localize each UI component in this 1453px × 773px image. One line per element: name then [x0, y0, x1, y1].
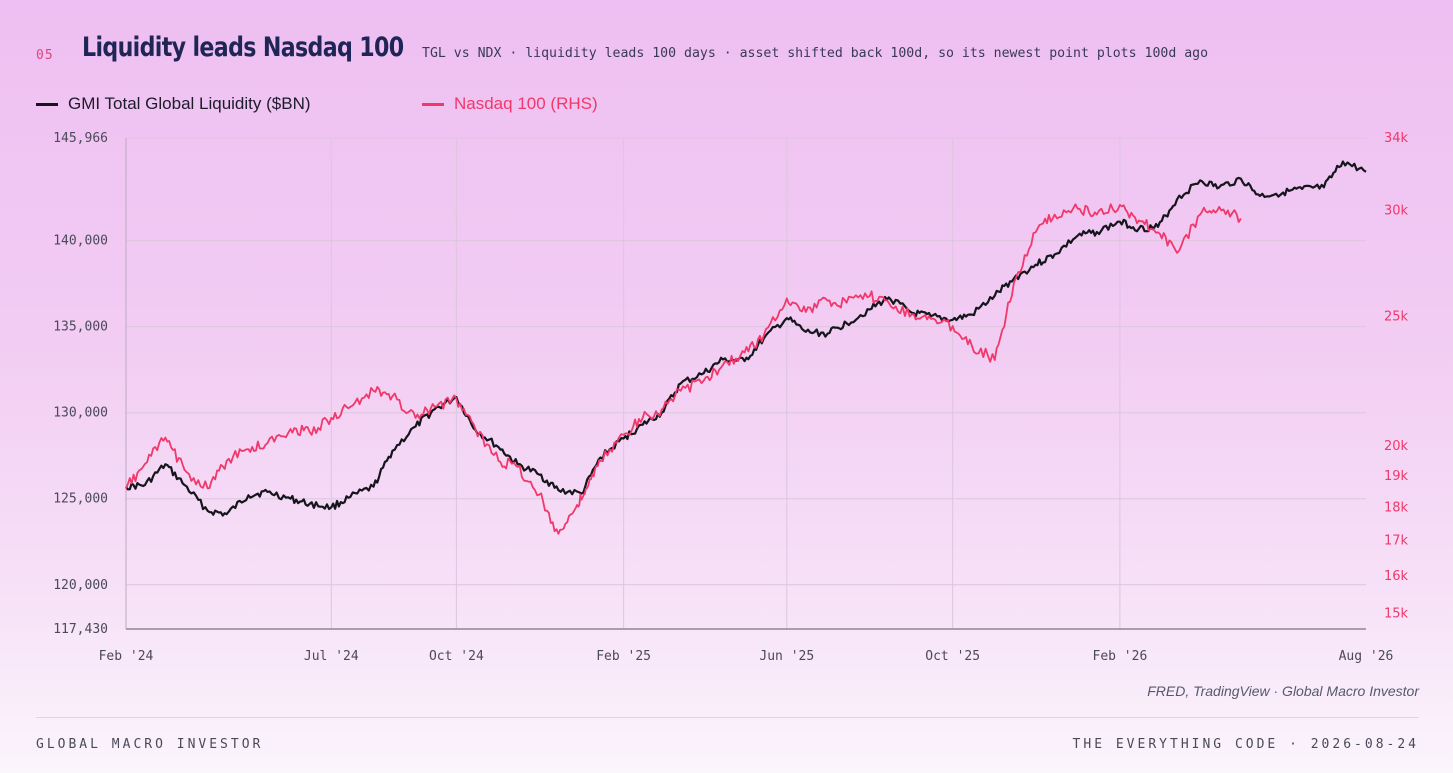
y-right-tick-label: 15k: [1384, 606, 1409, 621]
footer-edition: THE EVERYTHING CODE · 2026-08-24: [1072, 737, 1419, 752]
series-line-liquidity: [125, 160, 1367, 517]
x-tick-label: Oct '24: [429, 649, 484, 664]
x-tick-label: Feb '25: [596, 649, 651, 664]
y-right-tick-label: 18k: [1384, 500, 1409, 515]
y-left-tick-label: 140,000: [53, 234, 108, 249]
y-left-tick-label: 117,430: [53, 622, 108, 637]
y-left-tick-label: 120,000: [53, 578, 108, 593]
y-right-tick-label: 19k: [1384, 469, 1409, 484]
y-left-tick-label: 130,000: [53, 406, 108, 421]
y-right-tick-label: 30k: [1384, 204, 1409, 219]
line-chart: 117,430 120,000 125,000 130,000 135,000 140,0…: [53, 131, 1409, 664]
x-tick-label: Feb '24: [99, 649, 154, 664]
x-tick-label: Jul '24: [304, 649, 359, 664]
series-line-nasdaq: [125, 203, 1242, 535]
y-right-tick-label: 20k: [1384, 439, 1409, 454]
x-tick-label: Jun '25: [759, 649, 814, 664]
y-right-tick-label: 17k: [1384, 534, 1409, 549]
x-tick-label: Feb '26: [1093, 649, 1148, 664]
y-left-tick-label: 125,000: [53, 492, 108, 507]
y-right-tick-label: 16k: [1384, 569, 1409, 584]
y-right-tick-label: 34k: [1384, 131, 1409, 146]
source-note: FRED, TradingView · Global Macro Investo…: [1147, 683, 1419, 699]
y-left-tick-label: 145,966: [53, 131, 108, 146]
y-left-tick-label: 135,000: [53, 320, 108, 335]
x-tick-label: Oct '25: [925, 649, 980, 664]
y-right-tick-label: 25k: [1384, 310, 1409, 325]
x-tick-label: Aug '26: [1339, 649, 1394, 664]
footer-divider: [36, 717, 1419, 718]
footer-brand: GLOBAL MACRO INVESTOR: [36, 737, 264, 752]
